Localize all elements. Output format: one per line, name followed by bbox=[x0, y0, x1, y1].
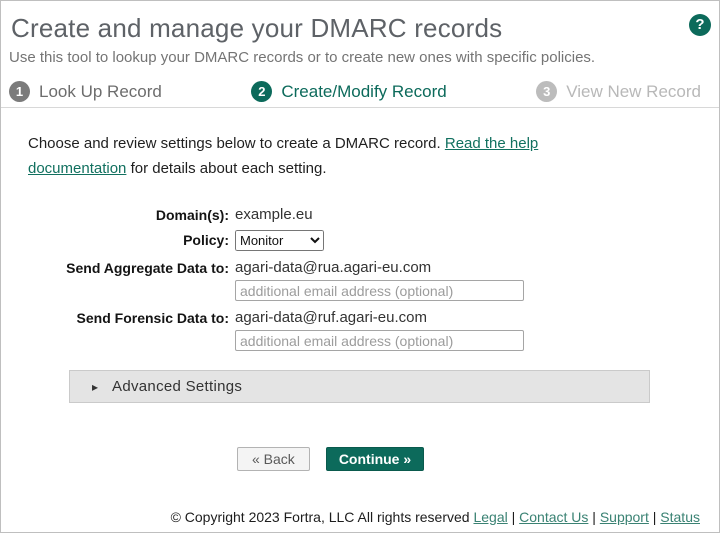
forensic-row: Send Forensic Data to: agari-data@ruf.ag… bbox=[1, 308, 719, 328]
expander-caret-icon: ▸ bbox=[92, 379, 99, 394]
step-3-circle: 3 bbox=[536, 81, 558, 102]
dmarc-settings-form: Domain(s): example.eu Policy: Monitor Se… bbox=[1, 205, 719, 351]
dmarc-wizard-page: Create and manage your DMARC records ? U… bbox=[0, 0, 720, 533]
page-subtitle: Use this tool to lookup your DMARC recor… bbox=[9, 49, 596, 66]
intro-text: Choose and review settings below to crea… bbox=[28, 131, 620, 181]
page-title: Create and manage your DMARC records bbox=[11, 13, 503, 43]
footer-link-contact-us[interactable]: Contact Us bbox=[519, 509, 588, 525]
help-icon[interactable]: ? bbox=[689, 14, 711, 36]
header: Create and manage your DMARC records ? U… bbox=[1, 1, 719, 67]
footer-links: Legal | Contact Us | Support | Status bbox=[473, 509, 700, 525]
forensic-label: Send Forensic Data to: bbox=[76, 310, 229, 326]
aggregate-value: agari-data@rua.agari-eu.com bbox=[235, 259, 432, 276]
step-1-label: Look Up Record bbox=[39, 81, 162, 101]
copyright-text: © Copyright 2023 Fortra, LLC All rights … bbox=[170, 509, 470, 525]
footer-separator: | bbox=[592, 509, 596, 525]
action-buttons: « Back Continue » bbox=[237, 447, 719, 471]
domain-value: example.eu bbox=[235, 206, 313, 223]
step-lookup-record: 1 Look Up Record bbox=[9, 81, 162, 102]
step-2-label: Create/Modify Record bbox=[281, 81, 447, 101]
footer-separator: | bbox=[652, 509, 657, 525]
back-button[interactable]: « Back bbox=[237, 447, 310, 471]
step-indicator: 1 Look Up Record 2 Create/Modify Record … bbox=[1, 81, 719, 102]
aggregate-extra-email-input[interactable] bbox=[235, 280, 524, 301]
intro-text-after: for details about each setting. bbox=[126, 160, 327, 177]
forensic-extra-row bbox=[1, 330, 719, 351]
footer-link-status[interactable]: Status bbox=[660, 509, 700, 525]
step-3-label: View New Record bbox=[566, 81, 701, 101]
footer-link-legal[interactable]: Legal bbox=[473, 509, 507, 525]
advanced-settings-label: Advanced Settings bbox=[112, 378, 243, 395]
intro-text-before: Choose and review settings below to crea… bbox=[28, 135, 445, 152]
footer-link-support[interactable]: Support bbox=[600, 509, 649, 525]
forensic-value: agari-data@ruf.agari-eu.com bbox=[235, 309, 427, 326]
continue-button[interactable]: Continue » bbox=[325, 447, 425, 471]
domain-label: Domain(s): bbox=[155, 207, 229, 223]
policy-select[interactable]: Monitor bbox=[235, 230, 324, 251]
divider bbox=[1, 107, 719, 108]
forensic-extra-email-input[interactable] bbox=[235, 330, 524, 351]
advanced-settings-toggle[interactable]: ▸ Advanced Settings bbox=[69, 370, 650, 403]
policy-row: Policy: Monitor bbox=[1, 230, 719, 251]
footer-separator: | bbox=[511, 509, 516, 525]
step-2-circle: 2 bbox=[251, 81, 273, 102]
domain-row: Domain(s): example.eu bbox=[1, 205, 719, 225]
aggregate-label: Send Aggregate Data to: bbox=[66, 260, 229, 276]
policy-label: Policy: bbox=[183, 232, 229, 248]
footer: © Copyright 2023 Fortra, LLC All rights … bbox=[171, 509, 700, 525]
aggregate-row: Send Aggregate Data to: agari-data@rua.a… bbox=[1, 258, 719, 278]
aggregate-extra-row bbox=[1, 280, 719, 301]
step-1-circle: 1 bbox=[9, 81, 30, 102]
step-view-new-record: 3 View New Record bbox=[536, 81, 701, 102]
step-create-modify-record: 2 Create/Modify Record bbox=[251, 81, 447, 102]
